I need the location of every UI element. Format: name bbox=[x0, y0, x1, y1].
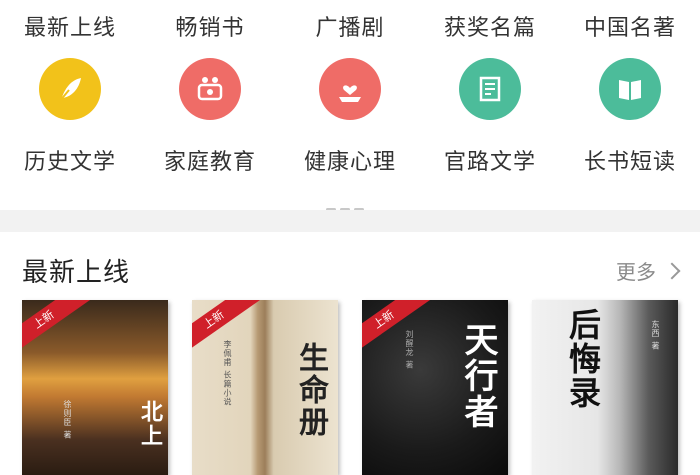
category-long-book-short-read[interactable]: 长书短读 bbox=[560, 58, 700, 178]
book-author-text: 刘醒龙 著 bbox=[405, 330, 414, 370]
category-officialdom-literature[interactable]: 官路文学 bbox=[420, 58, 560, 178]
document-icon bbox=[459, 58, 521, 120]
book-author-text: 徐则臣 著 bbox=[63, 400, 72, 440]
book-title: 北上 bbox=[137, 400, 163, 448]
book-title: 后悔录 bbox=[564, 308, 602, 410]
book-title: 生命册 bbox=[293, 342, 328, 438]
category-bestseller[interactable]: 畅销书 bbox=[140, 10, 280, 42]
book-cover-beishang[interactable]: 上新 徐则臣 著 北上 bbox=[22, 300, 168, 475]
book-cover-tianxingzhe[interactable]: 上新 刘醒龙 著 天行者 bbox=[362, 300, 508, 475]
book-author-text: 东西 著 bbox=[651, 320, 660, 351]
section-title: 最新上线 bbox=[22, 258, 131, 288]
chevron-right-icon bbox=[663, 262, 681, 279]
book-cover-shengmingce[interactable]: 上新 李佩甫 长篇小说 生命册 bbox=[192, 300, 338, 475]
book-cover-houhuilu[interactable]: 后悔录 东西 著 bbox=[532, 300, 678, 475]
category-health-psychology[interactable]: 健康心理 bbox=[280, 58, 420, 178]
category-label: 官路文学 bbox=[443, 150, 536, 175]
more-label: 更多 bbox=[616, 260, 656, 284]
category-label: 家庭教育 bbox=[163, 150, 256, 175]
category-label: 长书短读 bbox=[583, 150, 676, 175]
new-ribbon: 上新 bbox=[362, 300, 431, 357]
family-icon bbox=[179, 58, 241, 120]
category-label: 历史文学 bbox=[23, 150, 116, 175]
new-ribbon: 上新 bbox=[22, 300, 91, 357]
heart-hand-icon bbox=[319, 58, 381, 120]
top-category-row: 最新上线 畅销书 广播剧 获奖名篇 中国名著 bbox=[0, 0, 700, 52]
category-family-education[interactable]: 家庭教育 bbox=[140, 58, 280, 178]
page-indicator bbox=[326, 196, 376, 211]
category-label: 健康心理 bbox=[303, 150, 396, 175]
category-award-works[interactable]: 获奖名篇 bbox=[420, 10, 560, 42]
more-link[interactable]: 更多 bbox=[616, 256, 681, 285]
category-history-literature[interactable]: 历史文学 bbox=[0, 58, 140, 178]
book-title: 天行者 bbox=[458, 322, 498, 430]
category-chinese-classics[interactable]: 中国名著 bbox=[560, 10, 700, 42]
category-radio-drama[interactable]: 广播剧 bbox=[280, 10, 420, 42]
section-divider bbox=[0, 210, 700, 232]
book-author-text: 李佩甫 长篇小说 bbox=[223, 340, 232, 407]
book-icon bbox=[599, 58, 661, 120]
category-latest[interactable]: 最新上线 bbox=[0, 10, 140, 42]
feather-icon bbox=[39, 58, 101, 120]
